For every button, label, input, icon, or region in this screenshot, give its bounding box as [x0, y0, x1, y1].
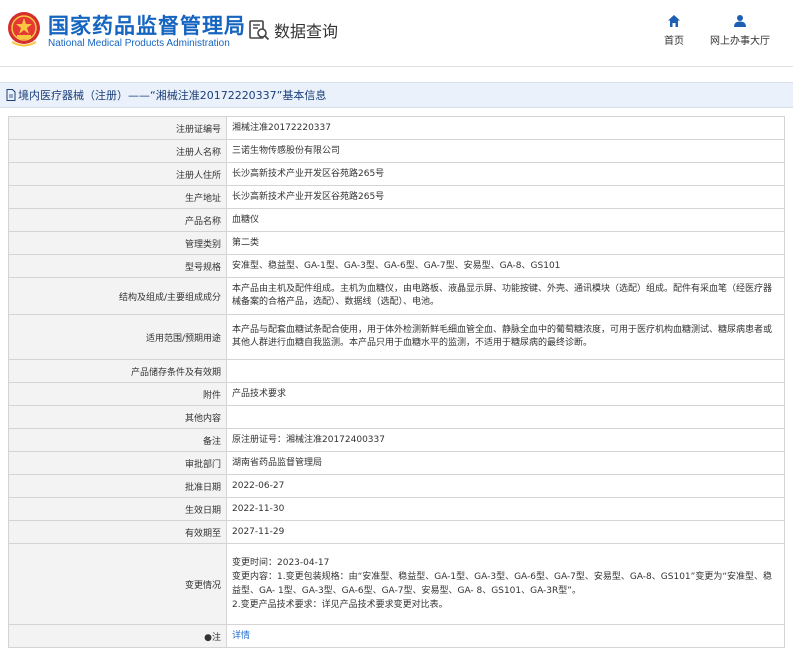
user-icon: [734, 15, 746, 27]
table-row: 结构及组成/主要组成成分 本产品由主机及配件组成。主机为血糖仪，由电路板、液晶显…: [8, 277, 785, 315]
table-row: 产品名称 血糖仪: [8, 208, 785, 232]
table-row: 适用范围/预期用途 本产品与配套血糖试条配合使用，用于体外检测新鲜毛细血管全血、…: [8, 314, 785, 360]
data-query-heading[interactable]: 数据查询: [248, 17, 338, 43]
table-row: 附件 产品技术要求: [8, 382, 785, 406]
model-spec: 安准型、稳益型、GA-1型、GA-3型、GA-6型、GA-7型、安易型、GA-8…: [226, 254, 785, 278]
row-label: 注册证编号: [8, 116, 227, 140]
home-icon: [668, 15, 680, 27]
product-name: 血糖仪: [226, 208, 785, 232]
row-label: 注册人住所: [8, 162, 227, 186]
row-label: 变更情况: [8, 543, 227, 625]
storage-conditions: [226, 359, 785, 383]
table-row: 注册人住所 长沙高新技术产业开发区谷苑路265号: [8, 162, 785, 186]
row-label: 适用范围/预期用途: [8, 314, 227, 360]
note: 详情: [226, 624, 785, 648]
change-content: 变更内容：1.变更包装规格：由“安准型、稳益型、GA-1型、GA-3型、GA-6…: [232, 572, 772, 596]
table-row: 型号规格 安准型、稳益型、GA-1型、GA-3型、GA-6型、GA-7型、安易型…: [8, 254, 785, 278]
site-name-en: National Medical Products Administration: [48, 38, 230, 49]
attachment: 产品技术要求: [226, 382, 785, 406]
table-row: 其他内容: [8, 405, 785, 429]
row-label: 备注: [8, 428, 227, 452]
table-row: 产品储存条件及有效期: [8, 359, 785, 383]
expiry-date: 2027-11-29: [226, 520, 785, 544]
change-time: 变更时间：2023-04-17: [232, 558, 330, 568]
management-category: 第二类: [226, 231, 785, 255]
intended-use: 本产品与配套血糖试条配合使用，用于体外检测新鲜毛细血管全血、静脉全血中的葡萄糖浓…: [226, 314, 785, 360]
row-label: 生效日期: [8, 497, 227, 521]
data-search-icon: [249, 20, 270, 41]
change-tech-requirements: 2.变更产品技术要求：详见产品技术要求变更对比表。: [232, 600, 448, 610]
data-query-label: 数据查询: [274, 22, 339, 41]
bullet-icon: ●: [204, 632, 212, 643]
row-label: 产品储存条件及有效期: [8, 359, 227, 383]
site-name-cn: 国家药品监督管理局: [48, 14, 246, 38]
row-label: 产品名称: [8, 208, 227, 232]
other-content: [226, 405, 785, 429]
registrant-name: 三诺生物传感股份有限公司: [226, 139, 785, 163]
row-label: 管理类别: [8, 231, 227, 255]
table-row: 变更情况 变更时间：2023-04-17 变更内容：1.变更包装规格：由“安准型…: [8, 543, 785, 625]
header-divider: [0, 66, 793, 67]
nav-online-hall-button[interactable]: 网上办事大厅: [708, 14, 772, 47]
row-label: 注册人名称: [8, 139, 227, 163]
row-label: 生产地址: [8, 185, 227, 209]
effective-date: 2022-11-30: [226, 497, 785, 521]
table-row: 生产地址 长沙高新技术产业开发区谷苑路265号: [8, 185, 785, 209]
table-row: 批准日期 2022-06-27: [8, 474, 785, 498]
table-row: ●注 详情: [8, 624, 785, 648]
production-address: 长沙高新技术产业开发区谷苑路265号: [226, 185, 785, 209]
remark: 原注册证号：湘械注准20172400337: [226, 428, 785, 452]
registrant-address: 长沙高新技术产业开发区谷苑路265号: [226, 162, 785, 186]
nav-home-label: 首页: [664, 36, 684, 47]
row-label: 审批部门: [8, 451, 227, 475]
table-row: 生效日期 2022-11-30: [8, 497, 785, 521]
row-label: 批准日期: [8, 474, 227, 498]
row-label: 型号规格: [8, 254, 227, 278]
table-row: 管理类别 第二类: [8, 231, 785, 255]
table-row: 有效期至 2027-11-29: [8, 520, 785, 544]
table-row: 注册人名称 三诺生物传感股份有限公司: [8, 139, 785, 163]
table-row: 审批部门 湖南省药品监督管理局: [8, 451, 785, 475]
structure-composition: 本产品由主机及配件组成。主机为血糖仪，由电路板、液晶显示屏、功能按键、外壳、通讯…: [226, 277, 785, 315]
approval-department: 湖南省药品监督管理局: [226, 451, 785, 475]
registration-number: 湘械注准20172220337: [226, 116, 785, 140]
national-emblem-icon: [8, 12, 40, 47]
row-label: 结构及组成/主要组成成分: [8, 277, 227, 315]
nav-online-hall-label: 网上办事大厅: [710, 36, 770, 47]
nav-home-button[interactable]: 首页: [659, 14, 689, 47]
detail-link[interactable]: 详情: [232, 631, 250, 641]
table-row: 备注 原注册证号：湘械注准20172400337: [8, 428, 785, 452]
row-label: 有效期至: [8, 520, 227, 544]
row-label: 其他内容: [8, 405, 227, 429]
document-icon: [6, 89, 16, 101]
approval-date: 2022-06-27: [226, 474, 785, 498]
row-label: 附件: [8, 382, 227, 406]
change-history: 变更时间：2023-04-17 变更内容：1.变更包装规格：由“安准型、稳益型、…: [226, 543, 785, 625]
record-title-bar: 境内医疗器械（注册）——“湘械注准20172220337”基本信息: [0, 82, 793, 108]
device-info-table: 注册证编号 湘械注准20172220337 注册人名称 三诺生物传感股份有限公司…: [8, 116, 785, 648]
table-row: 注册证编号 湘械注准20172220337: [8, 116, 785, 140]
site-header: 国家药品监督管理局 National Medical Products Admi…: [0, 0, 793, 62]
row-label: ●注: [8, 624, 227, 648]
record-title: 境内医疗器械（注册）——“湘械注准20172220337”基本信息: [18, 89, 327, 102]
